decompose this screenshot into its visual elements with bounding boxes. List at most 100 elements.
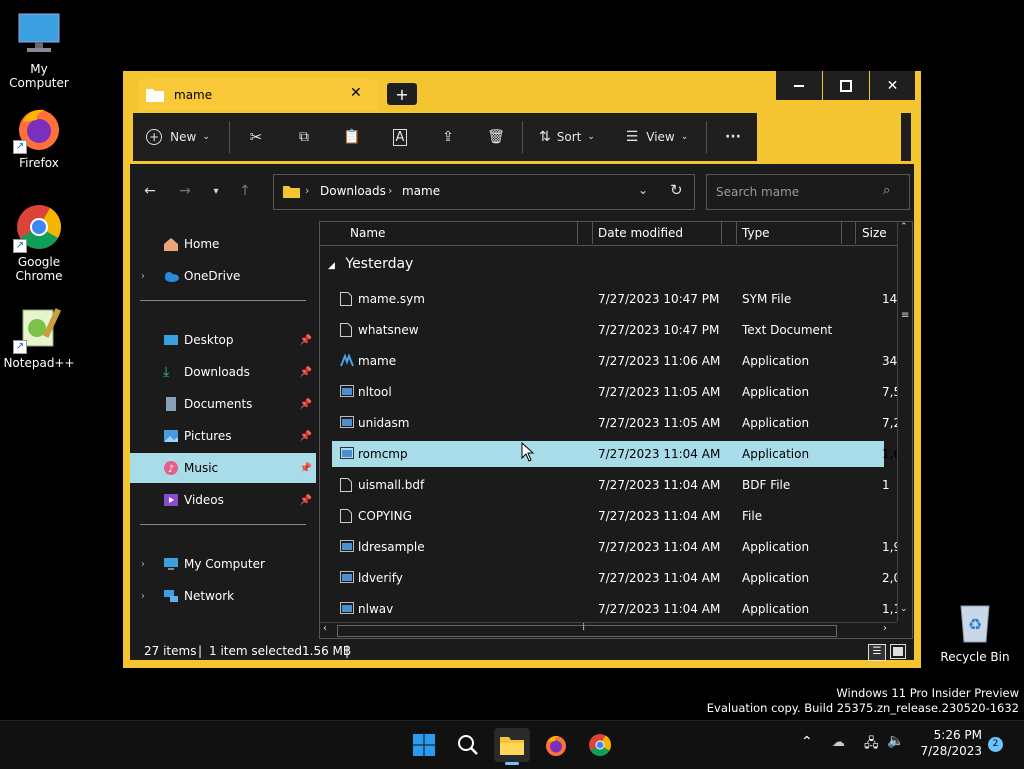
taskbar-file-explorer[interactable] (494, 728, 530, 765)
column-separator[interactable] (841, 222, 842, 244)
column-header-name[interactable]: Name (350, 222, 385, 244)
nav-item-home[interactable]: Home (130, 229, 316, 259)
file-name: nlwav (358, 602, 394, 616)
close-button[interactable]: ✕ (870, 71, 915, 100)
nav-item-onedrive[interactable]: › OneDrive (130, 261, 316, 291)
column-separator[interactable] (592, 222, 593, 244)
file-name: nltool (358, 385, 392, 399)
explorer-content: ← → ▾ ↑ › Downloads › mame ⌄ ↻ Search ma… (130, 164, 914, 660)
chevron-down-icon: ⌄ (680, 132, 689, 142)
horizontal-scrollbar[interactable]: ‹ ⁞ › (320, 622, 897, 638)
taskbar-firefox[interactable] (538, 728, 574, 762)
column-header-type[interactable]: Type (742, 222, 770, 244)
shortcut-arrow-icon: ↗ (13, 239, 27, 253)
delete-button[interactable]: 🗑 (477, 113, 515, 161)
desktop-icon-chrome[interactable]: ↗ Google Chrome (0, 203, 78, 283)
column-separator[interactable] (721, 222, 722, 244)
tab-mame[interactable]: mame ✕ (138, 79, 378, 111)
tiles-view-button[interactable] (890, 644, 906, 659)
file-name: ldresample (358, 540, 425, 554)
table-row[interactable]: ldresample 7/27/2023 11:04 AM Application 1… (332, 534, 901, 560)
horizontal-scroll-thumb[interactable] (337, 625, 837, 637)
pin-icon[interactable]: 📌 (300, 463, 312, 474)
up-button[interactable]: ↑ (233, 174, 257, 208)
refresh-icon[interactable]: ↻ (670, 181, 683, 199)
table-row[interactable]: ldverify 7/27/2023 11:04 AM Application 2,0 (332, 565, 901, 591)
application-file-icon (340, 385, 354, 399)
table-row[interactable]: romcmp 7/27/2023 11:04 AM Application 1,6 (332, 441, 901, 467)
clock[interactable]: 5:26 PM 7/28/2023 (912, 727, 982, 759)
column-header-date[interactable]: Date modified (598, 222, 683, 244)
cut-button[interactable]: ✂ (237, 113, 275, 161)
nav-item-desktop[interactable]: Desktop 📌 (130, 325, 316, 355)
scroll-right-icon[interactable]: › (883, 623, 887, 634)
nav-item-documents[interactable]: Documents 📌 (130, 389, 316, 419)
vertical-scrollbar[interactable]: ⌃ ≡ ⌄ (897, 222, 912, 622)
column-header-size[interactable]: Size (862, 222, 887, 244)
more-options-button[interactable]: ··· (715, 113, 751, 161)
pin-icon[interactable]: 📌 (300, 335, 312, 346)
scroll-thumb-grip-icon[interactable]: ≡ (901, 310, 909, 321)
close-tab-icon[interactable]: ✕ (350, 85, 362, 101)
column-separator[interactable] (736, 222, 737, 244)
copy-button[interactable]: ⧉ (285, 113, 323, 161)
maximize-button[interactable] (823, 71, 869, 100)
desktop-icon-notepadpp[interactable]: ↗ Notepad++ (0, 304, 78, 370)
pin-icon[interactable]: 📌 (300, 431, 312, 442)
address-history-chevron-icon[interactable]: ⌄ (638, 183, 648, 197)
pin-icon[interactable]: 📌 (300, 399, 312, 410)
minimize-button[interactable] (776, 71, 822, 100)
notification-badge[interactable]: 2 (988, 737, 1003, 752)
recent-locations-button[interactable]: ▾ (204, 174, 228, 208)
table-row[interactable]: mame7/27/2023 11:06 AMApplication345,1 (332, 348, 912, 374)
table-row[interactable]: nlwav 7/27/2023 11:04 AM Application 1,1 (332, 596, 901, 622)
volume-icon[interactable]: 🔈 (887, 733, 904, 749)
search-button[interactable] (450, 728, 486, 762)
column-separator[interactable] (855, 222, 856, 244)
table-row[interactable]: COPYING 7/27/2023 11:04 AM File (332, 503, 884, 529)
nav-item-videos[interactable]: Videos 📌 (130, 485, 316, 515)
search-input[interactable]: Search mame (716, 185, 799, 199)
nav-item-my-computer[interactable]: › My Computer (130, 549, 316, 579)
pin-icon[interactable]: 📌 (300, 367, 312, 378)
new-button[interactable]: + New ⌄ (143, 113, 213, 161)
scroll-left-icon[interactable]: ‹ (323, 623, 327, 634)
breadcrumb-mame[interactable]: mame (402, 184, 440, 198)
network-status-icon[interactable]: 🖧 (864, 734, 879, 756)
table-row[interactable]: whatsnew 7/27/2023 10:47 PM Text Document (332, 317, 884, 343)
nav-item-music[interactable]: ♪ Music 📌 (130, 453, 316, 483)
scroll-up-icon[interactable]: ⌃ (900, 222, 908, 232)
view-button[interactable]: ☰ View ⌄ (619, 113, 695, 161)
nav-item-downloads[interactable]: ⤓ Downloads 📌 (130, 357, 316, 387)
scroll-down-icon[interactable]: ⌄ (900, 604, 908, 614)
file-date-modified: 7/27/2023 11:04 AM (598, 602, 721, 616)
table-row[interactable]: unidasm 7/27/2023 11:05 AM Application 7,2 (332, 410, 901, 436)
rename-button[interactable]: A (381, 113, 419, 161)
share-button[interactable]: ⇪ (429, 113, 467, 161)
back-button[interactable]: ← (138, 174, 162, 208)
taskbar-chrome[interactable] (582, 728, 618, 762)
table-row[interactable]: nltool 7/27/2023 11:05 AM Application 7,5 (332, 379, 901, 405)
paste-button[interactable]: 📋 (333, 113, 371, 161)
table-row[interactable]: mame.sym7/27/2023 10:47 PMSYM File145,1 (332, 286, 912, 312)
nav-item-network[interactable]: › Network (130, 581, 316, 611)
pin-icon[interactable]: 📌 (300, 495, 312, 506)
group-header-yesterday[interactable]: ◢ Yesterday (328, 256, 413, 272)
nav-item-pictures[interactable]: Pictures 📌 (130, 421, 316, 451)
breadcrumb-downloads[interactable]: Downloads (320, 184, 386, 198)
new-tab-button[interactable]: + (387, 83, 417, 105)
desktop-icon-firefox[interactable]: ↗ Firefox (0, 104, 78, 170)
forward-button[interactable]: → (173, 174, 197, 208)
cloud-offline-icon[interactable]: ☁ (832, 735, 845, 750)
download-icon: ⤓ (163, 364, 170, 380)
address-bar[interactable]: › Downloads › mame ⌄ ↻ (273, 174, 695, 210)
column-separator[interactable] (577, 222, 578, 244)
start-button[interactable] (406, 728, 442, 762)
search-box[interactable]: Search mame ⌕ (706, 174, 910, 210)
details-view-button[interactable]: ☰ (868, 644, 886, 661)
tray-chevron-icon[interactable]: ⌃ (801, 734, 813, 750)
sort-button[interactable]: ⇅ Sort ⌄ (531, 113, 603, 161)
desktop-icon-recycle-bin[interactable]: ♻ Recycle Bin (936, 598, 1014, 664)
table-row[interactable]: uismall.bdf 7/27/2023 11:04 AM BDF File 1 (332, 472, 890, 498)
desktop-icon-my-computer[interactable]: My Computer (0, 10, 78, 90)
